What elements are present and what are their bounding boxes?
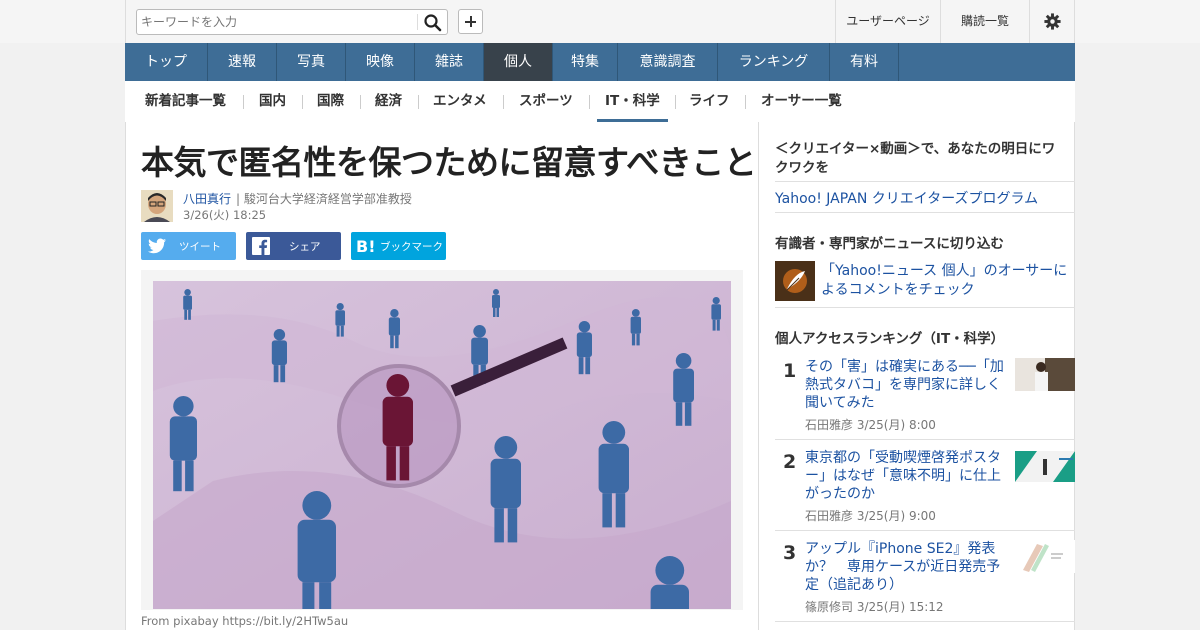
divider bbox=[775, 212, 1075, 213]
divider bbox=[775, 439, 1075, 440]
subnav-divider bbox=[675, 95, 676, 109]
article-column: 本気で匿名性を保つために留意すべきこと 八田真行 | 駿河台大学経済経営学部准教… bbox=[125, 122, 759, 630]
top-bar: ユーザーページ 購読一覧 bbox=[0, 0, 1200, 43]
sub-nav: 新着記事一覧 国内 国際 経済 エンタメ スポーツ IT・科学 ライフ オーサー… bbox=[125, 81, 1075, 122]
main-nav: トップ 速報 写真 映像 雑誌 個人 特集 意識調査 ランキング 有料 bbox=[125, 43, 1075, 81]
subnav-divider bbox=[302, 95, 303, 109]
subnav-item-entertainment[interactable]: エンタメ bbox=[433, 81, 487, 122]
ranking-number: 3 bbox=[783, 542, 797, 564]
nav-item-ranking[interactable]: ランキング bbox=[718, 43, 830, 81]
divider bbox=[775, 530, 1075, 531]
subnav-item-international[interactable]: 国際 bbox=[317, 81, 344, 122]
promo-heading: ＜クリエイター×動画＞で、あなたの明日にワクワクを bbox=[775, 141, 1056, 176]
nav-item-top[interactable]: トップ bbox=[125, 43, 208, 81]
hatena-bookmark-label: ブックマーク bbox=[380, 241, 443, 253]
facebook-icon bbox=[252, 237, 270, 255]
author-affiliation: | 駿河台大学経済経営学部准教授 bbox=[236, 192, 412, 206]
image-caption: From pixabay https://bit.ly/2HTw5au bbox=[141, 614, 349, 628]
ranking-author: 石田雅彦 bbox=[805, 509, 854, 523]
author-avatar[interactable] bbox=[141, 190, 173, 222]
gear-icon bbox=[1044, 13, 1061, 30]
svg-text:B!: B! bbox=[356, 238, 376, 254]
article-title: 本気で匿名性を保つために留意すべきこと bbox=[141, 143, 757, 182]
nav-item-survey[interactable]: 意識調査 bbox=[618, 43, 718, 81]
ranking-thumbnail[interactable] bbox=[1015, 358, 1075, 391]
publish-date: 3/26(火) 18:25 bbox=[183, 208, 267, 222]
ranking-title[interactable]: 東京都の「受動喫煙啓発ポスター」はなぜ「意味不明」に仕上がったのか bbox=[805, 449, 1009, 503]
nav-item-paid[interactable]: 有料 bbox=[830, 43, 899, 81]
subnav-divider bbox=[745, 95, 746, 109]
search-input[interactable] bbox=[141, 13, 411, 31]
creators-program-link[interactable]: Yahoo! JAPAN クリエイターズプログラム bbox=[775, 188, 1038, 208]
ranking-heading: 個人アクセスランキング（IT・科学） bbox=[775, 331, 1005, 347]
sidebar: ＜クリエイター×動画＞で、あなたの明日にワクワクを Yahoo! JAPAN ク… bbox=[759, 122, 1075, 630]
subnav-item-it-science[interactable]: IT・科学 bbox=[597, 81, 668, 122]
ranking-number: 1 bbox=[783, 360, 797, 382]
twitter-icon bbox=[148, 238, 166, 254]
nav-item-photo[interactable]: 写真 bbox=[277, 43, 346, 81]
ranking-title[interactable]: その「害」は確実にある──「加熱式タバコ」を専門家に詳しく聞いてみた bbox=[805, 358, 1009, 412]
feather-icon[interactable] bbox=[775, 261, 815, 301]
ranking-meta: 篠原修司 3/25(月) 15:12 bbox=[805, 598, 944, 615]
expert-comments-link[interactable]: 「Yahoo!ニュース 個人」のオーサーによるコメントをチェック bbox=[821, 262, 1071, 300]
subnav-divider bbox=[589, 95, 590, 109]
settings-button[interactable] bbox=[1029, 0, 1074, 43]
ranking-date: 3/25(月) 8:00 bbox=[856, 418, 936, 432]
subnav-item-domestic[interactable]: 国内 bbox=[259, 81, 286, 122]
thumbnail-image bbox=[1015, 540, 1075, 573]
ranking-thumbnail[interactable] bbox=[1015, 540, 1075, 573]
user-links: ユーザーページ 購読一覧 bbox=[835, 0, 1074, 43]
hatena-bookmark-button[interactable]: B! ブックマーク bbox=[351, 232, 446, 260]
subnav-item-latest[interactable]: 新着記事一覧 bbox=[145, 81, 226, 122]
nav-item-feature[interactable]: 特集 bbox=[553, 43, 618, 81]
hatena-bookmark-icon: B! bbox=[356, 238, 376, 254]
subnav-item-life[interactable]: ライフ bbox=[689, 81, 730, 122]
subnav-divider bbox=[503, 95, 504, 109]
subnav-item-economy[interactable]: 経済 bbox=[375, 81, 402, 122]
expert-heading: 有識者・専門家がニュースに切り込む bbox=[775, 236, 1004, 252]
ranking-meta: 石田雅彦 3/25(月) 8:00 bbox=[805, 416, 936, 433]
divider bbox=[775, 181, 1075, 182]
thumbnail-image bbox=[1015, 451, 1075, 482]
subnav-divider bbox=[360, 95, 361, 109]
user-page-link[interactable]: ユーザーページ bbox=[835, 0, 940, 43]
thumbnail-image bbox=[1015, 358, 1075, 391]
facebook-share-button[interactable]: シェア bbox=[246, 232, 341, 260]
author-name[interactable]: 八田真行 bbox=[183, 190, 231, 207]
subnav-divider bbox=[418, 95, 419, 109]
ranking-title[interactable]: アップル『iPhone SE2』発表か？ 専用ケースが近日発売予定（追記あり） bbox=[805, 540, 1009, 594]
feather-icon-graphic bbox=[775, 261, 815, 301]
nav-item-video[interactable]: 映像 bbox=[346, 43, 415, 81]
subnav-item-authors[interactable]: オーサー一覧 bbox=[761, 81, 842, 122]
top-bar-inner: ユーザーページ 購読一覧 bbox=[125, 0, 1075, 43]
ranking-author: 石田雅彦 bbox=[805, 418, 854, 432]
nav-item-magazine[interactable]: 雑誌 bbox=[415, 43, 484, 81]
subnav-divider bbox=[243, 95, 244, 109]
ranking-author: 篠原修司 bbox=[805, 600, 854, 614]
twitter-share-button[interactable]: ツイート bbox=[141, 232, 236, 260]
author-photo bbox=[141, 190, 173, 222]
facebook-share-label: シェア bbox=[289, 241, 321, 253]
article-image[interactable] bbox=[153, 281, 731, 609]
subnav-item-sports[interactable]: スポーツ bbox=[519, 81, 573, 122]
ranking-date: 3/25(月) 15:12 bbox=[856, 600, 944, 614]
search-box bbox=[136, 9, 448, 35]
nav-item-flash[interactable]: 速報 bbox=[208, 43, 277, 81]
search-button[interactable] bbox=[421, 12, 445, 32]
twitter-share-label: ツイート bbox=[179, 241, 221, 253]
ranking-meta: 石田雅彦 3/25(月) 9:00 bbox=[805, 507, 936, 524]
nav-item-individual[interactable]: 個人 bbox=[484, 43, 553, 81]
divider bbox=[775, 307, 1075, 308]
search-icon bbox=[424, 14, 442, 32]
ranking-thumbnail[interactable] bbox=[1015, 451, 1075, 484]
article-image-frame bbox=[141, 270, 743, 610]
search-divider bbox=[417, 14, 418, 30]
divider bbox=[775, 621, 1075, 622]
subscriptions-link[interactable]: 購読一覧 bbox=[940, 0, 1029, 43]
ranking-number: 2 bbox=[783, 451, 797, 473]
add-button[interactable] bbox=[458, 9, 483, 34]
ranking-date: 3/25(月) 9:00 bbox=[856, 509, 936, 523]
